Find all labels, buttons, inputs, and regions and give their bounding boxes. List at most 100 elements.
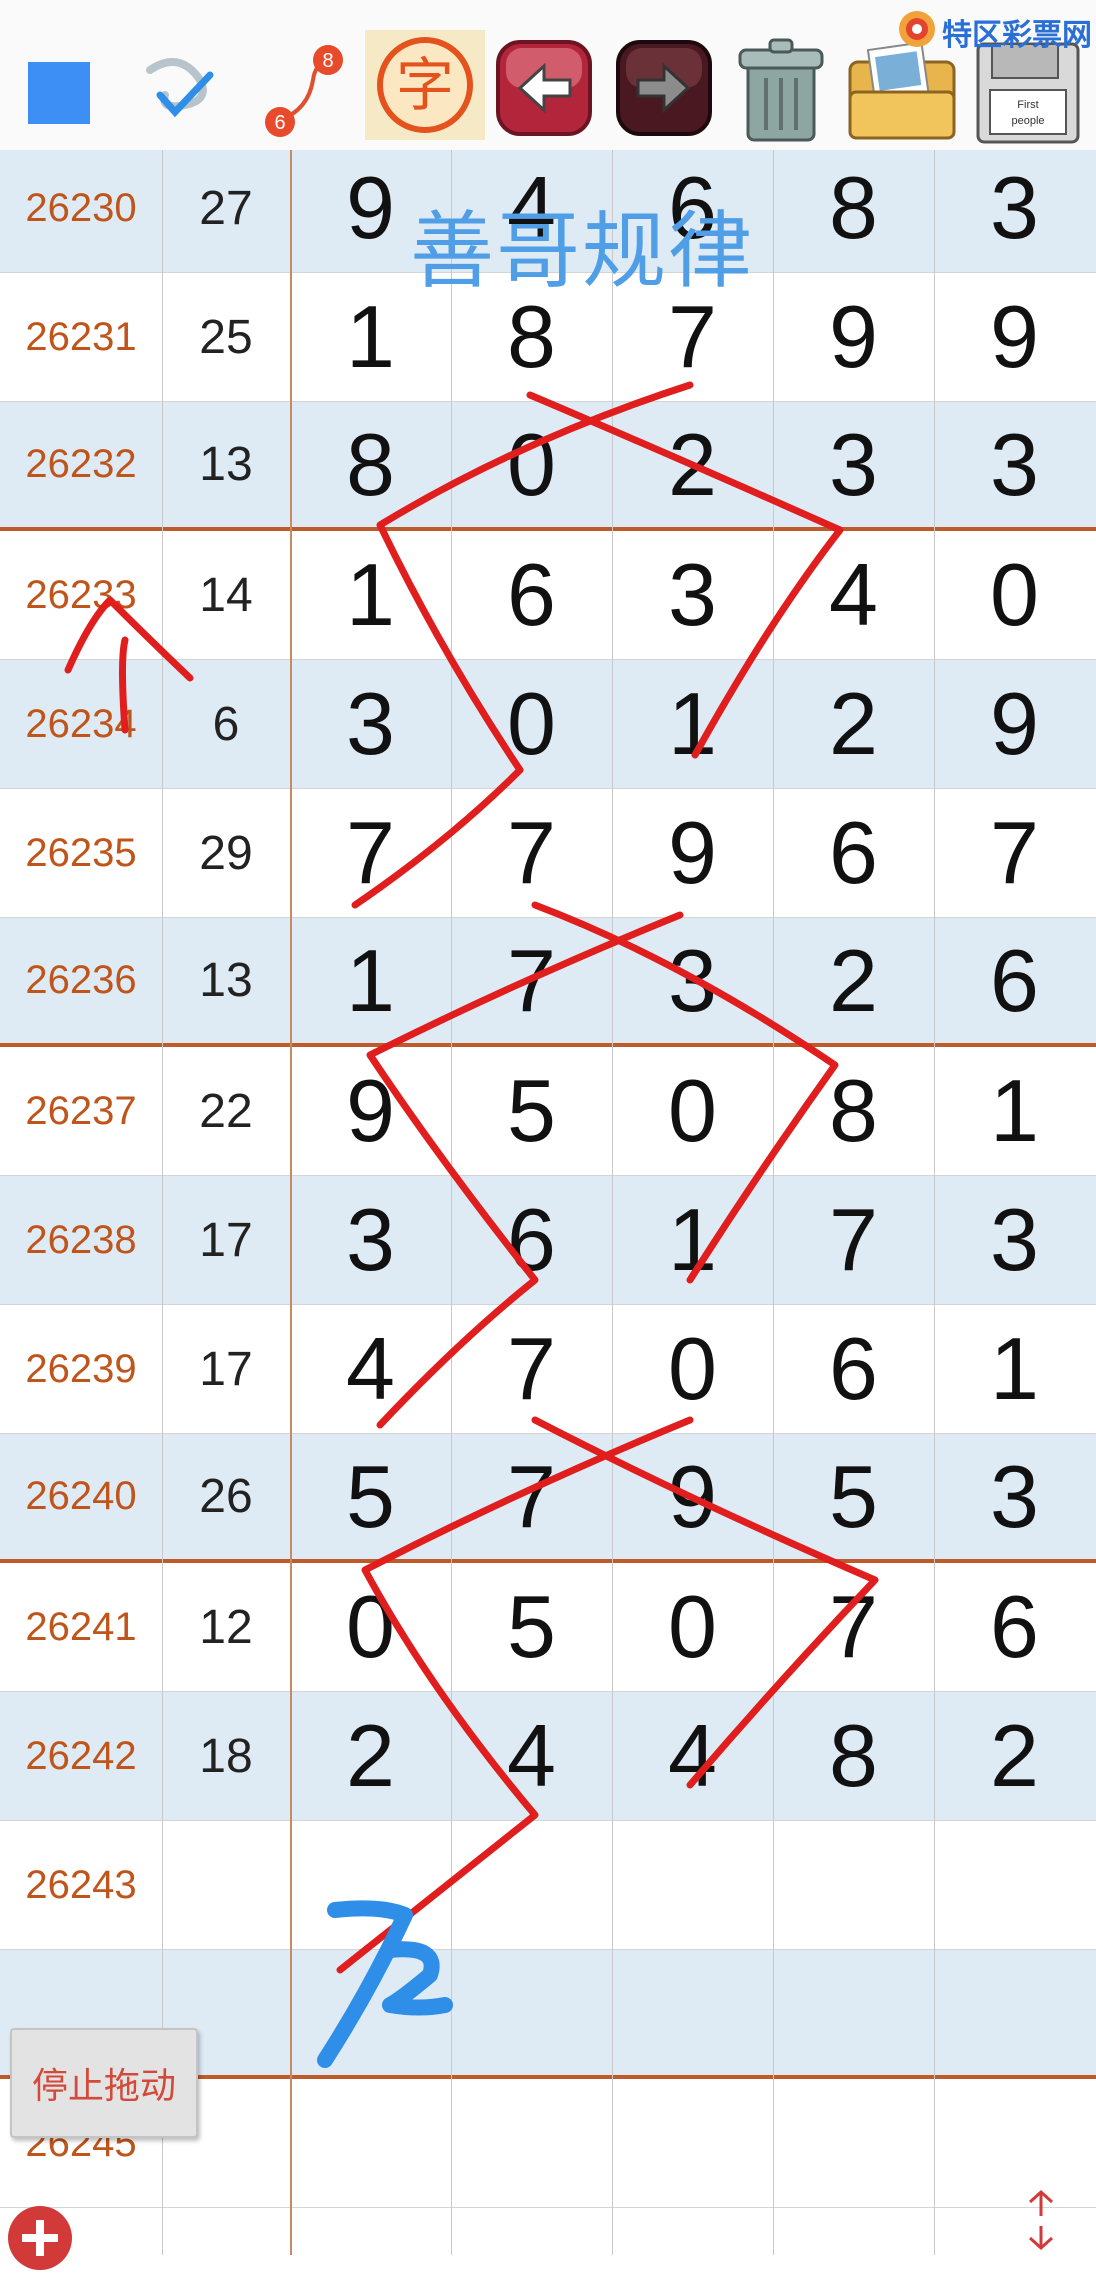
digit-cell[interactable]: 7 bbox=[451, 918, 612, 1043]
digit-cell[interactable] bbox=[934, 2079, 1095, 2207]
digit-cell[interactable] bbox=[612, 1950, 773, 2075]
forward-arrow-icon[interactable] bbox=[612, 36, 716, 140]
digit-cell[interactable]: 6 bbox=[773, 789, 934, 917]
digit-cell[interactable]: 3 bbox=[290, 660, 451, 788]
digit-cell[interactable]: 5 bbox=[451, 1563, 612, 1691]
digit-cell[interactable]: 2 bbox=[773, 918, 934, 1043]
digit-cell[interactable]: 4 bbox=[612, 1692, 773, 1820]
digit-cell[interactable]: 4 bbox=[451, 1692, 612, 1820]
digit-cell[interactable]: 3 bbox=[934, 1176, 1095, 1304]
digit-cell[interactable] bbox=[290, 1821, 451, 1949]
back-arrow-icon[interactable] bbox=[492, 36, 596, 140]
digit-cell[interactable]: 7 bbox=[451, 1434, 612, 1559]
digit-cell[interactable]: 9 bbox=[612, 789, 773, 917]
digit-cell[interactable]: 3 bbox=[934, 150, 1095, 272]
digit-cell[interactable]: 5 bbox=[290, 1434, 451, 1559]
digit-cell[interactable]: 4 bbox=[290, 1305, 451, 1433]
table-row[interactable]: 26243 bbox=[0, 1821, 1096, 1950]
sequence-icon[interactable]: 8 6 bbox=[258, 40, 348, 140]
digit-cell[interactable]: 2 bbox=[290, 1692, 451, 1820]
table-row[interactable]: 26232 13 8 0 2 3 3 bbox=[0, 402, 1096, 531]
digit-cell[interactable] bbox=[290, 2079, 451, 2207]
digit-cell[interactable]: 3 bbox=[773, 402, 934, 527]
digit-cell[interactable]: 2 bbox=[612, 402, 773, 527]
digit-cell[interactable]: 6 bbox=[451, 531, 612, 659]
digit-cell[interactable]: 1 bbox=[290, 531, 451, 659]
trash-icon[interactable] bbox=[726, 30, 836, 148]
digit-cell[interactable] bbox=[451, 2079, 612, 2207]
digit-cell[interactable]: 9 bbox=[773, 273, 934, 401]
digit-cell[interactable]: 0 bbox=[612, 1305, 773, 1433]
digit-cell[interactable]: 6 bbox=[934, 1563, 1095, 1691]
pen-check-icon[interactable] bbox=[140, 40, 240, 140]
scroll-toggle-icon[interactable] bbox=[1016, 2186, 1066, 2252]
digit-cell[interactable]: 8 bbox=[773, 150, 934, 272]
digit-cell[interactable] bbox=[612, 2079, 773, 2207]
table-row[interactable]: 26233 14 1 6 3 4 0 bbox=[0, 531, 1096, 660]
digit-cell[interactable]: 3 bbox=[612, 918, 773, 1043]
digit-cell[interactable]: 0 bbox=[612, 1047, 773, 1175]
digit-cell[interactable]: 2 bbox=[934, 1692, 1095, 1820]
table-row[interactable]: 26238 17 3 6 1 7 3 bbox=[0, 1176, 1096, 1305]
digit-cell[interactable]: 0 bbox=[934, 531, 1095, 659]
digit-cell[interactable]: 3 bbox=[612, 531, 773, 659]
digit-cell[interactable]: 9 bbox=[612, 1434, 773, 1559]
digit-cell[interactable]: 0 bbox=[451, 402, 612, 527]
digit-cell[interactable]: 9 bbox=[934, 660, 1095, 788]
digit-cell[interactable] bbox=[773, 1821, 934, 1949]
digit-cell[interactable]: 1 bbox=[612, 1176, 773, 1304]
text-tool-button[interactable]: 字 bbox=[365, 30, 485, 140]
digit-cell[interactable]: 8 bbox=[290, 402, 451, 527]
table-row[interactable]: 26239 17 4 7 0 6 1 bbox=[0, 1305, 1096, 1434]
digit-cell[interactable] bbox=[290, 1950, 451, 2075]
digit-cell[interactable]: 1 bbox=[290, 918, 451, 1043]
badge-top: 8 bbox=[322, 50, 333, 72]
digit-cell[interactable]: 1 bbox=[934, 1305, 1095, 1433]
digit-cell[interactable]: 6 bbox=[451, 1176, 612, 1304]
digit-cell[interactable]: 1 bbox=[612, 660, 773, 788]
digit-cell[interactable] bbox=[773, 2079, 934, 2207]
digit-cell[interactable]: 3 bbox=[934, 402, 1095, 527]
sum-value: 12 bbox=[199, 1600, 253, 1654]
digit-cell[interactable]: 1 bbox=[934, 1047, 1095, 1175]
digit-cell[interactable] bbox=[451, 1950, 612, 2075]
digit-cell[interactable]: 8 bbox=[773, 1047, 934, 1175]
table-row[interactable]: 26236 13 1 7 3 2 6 bbox=[0, 918, 1096, 1047]
digit-cell[interactable]: 8 bbox=[773, 1692, 934, 1820]
digit-cell[interactable]: 3 bbox=[934, 1434, 1095, 1559]
table-row[interactable]: 26241 12 0 5 0 7 6 bbox=[0, 1563, 1096, 1692]
digit-cell[interactable]: 7 bbox=[773, 1176, 934, 1304]
digit-cell[interactable]: 2 bbox=[773, 660, 934, 788]
digit-cell[interactable]: 5 bbox=[451, 1047, 612, 1175]
table-row[interactable]: 26240 26 5 7 9 5 3 bbox=[0, 1434, 1096, 1563]
table-row[interactable]: 26242 18 2 4 4 8 2 bbox=[0, 1692, 1096, 1821]
stop-drag-button[interactable]: 停止拖动 bbox=[10, 2028, 198, 2138]
digit-cell[interactable]: 7 bbox=[451, 789, 612, 917]
digit-cell[interactable]: 0 bbox=[451, 660, 612, 788]
digit-cell[interactable] bbox=[612, 1821, 773, 1949]
digit-cell[interactable]: 7 bbox=[451, 1305, 612, 1433]
lottery-table[interactable]: 2622916286542623027946832623125187992623… bbox=[0, 150, 1096, 2255]
digit-cell[interactable]: 7 bbox=[290, 789, 451, 917]
digit-cell[interactable]: 9 bbox=[290, 1047, 451, 1175]
table-row[interactable]: 26237 22 9 5 0 8 1 bbox=[0, 1047, 1096, 1176]
digit-cell[interactable]: 9 bbox=[934, 273, 1095, 401]
digit-cell[interactable]: 0 bbox=[612, 1563, 773, 1691]
digit-cell[interactable] bbox=[934, 1821, 1095, 1949]
digit-cell[interactable]: 6 bbox=[934, 918, 1095, 1043]
color-square-button[interactable] bbox=[28, 62, 90, 124]
digit-cell[interactable]: 7 bbox=[934, 789, 1095, 917]
digit-cell[interactable] bbox=[451, 1821, 612, 1949]
table-row[interactable]: 26235 29 7 7 9 6 7 bbox=[0, 789, 1096, 918]
digit-cell[interactable]: 4 bbox=[773, 531, 934, 659]
digit-cell[interactable]: 6 bbox=[773, 1305, 934, 1433]
table-row[interactable]: 26234 6 3 0 1 2 9 bbox=[0, 660, 1096, 789]
digit-cell[interactable] bbox=[773, 1950, 934, 2075]
sum-value: 22 bbox=[199, 1084, 253, 1138]
digit-cell[interactable]: 0 bbox=[290, 1563, 451, 1691]
digit-cell[interactable] bbox=[934, 1950, 1095, 2075]
digit-cell[interactable]: 5 bbox=[773, 1434, 934, 1559]
digit-cell[interactable]: 7 bbox=[773, 1563, 934, 1691]
add-icon[interactable] bbox=[8, 2206, 72, 2270]
digit-cell[interactable]: 3 bbox=[290, 1176, 451, 1304]
